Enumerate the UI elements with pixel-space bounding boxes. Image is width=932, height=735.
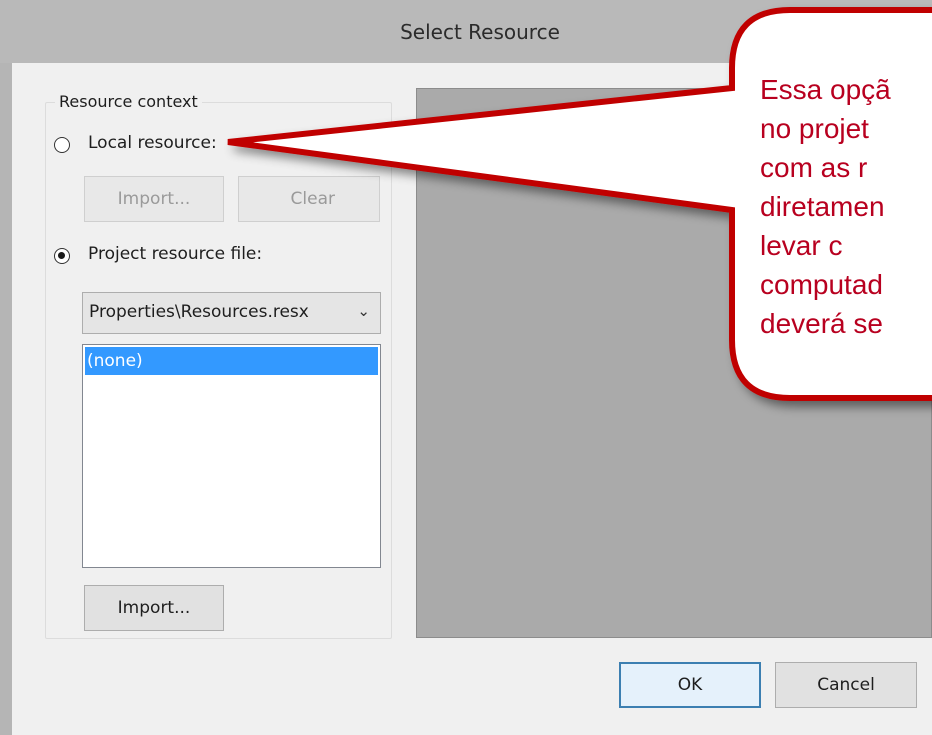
callout-line: levar c xyxy=(760,230,843,261)
callout-line: deverá se xyxy=(760,308,883,339)
callout-line: Essa opçã xyxy=(760,74,891,105)
dialog-window: Select Resource Resource context Local r… xyxy=(0,0,932,735)
callout-text: Essa opçã no projet com as r diretamen l… xyxy=(760,68,932,358)
callout-line: no projet xyxy=(760,113,869,144)
callout-line: computad xyxy=(760,269,883,300)
callout-line: com as r xyxy=(760,152,868,183)
callout-line: diretamen xyxy=(760,191,885,222)
